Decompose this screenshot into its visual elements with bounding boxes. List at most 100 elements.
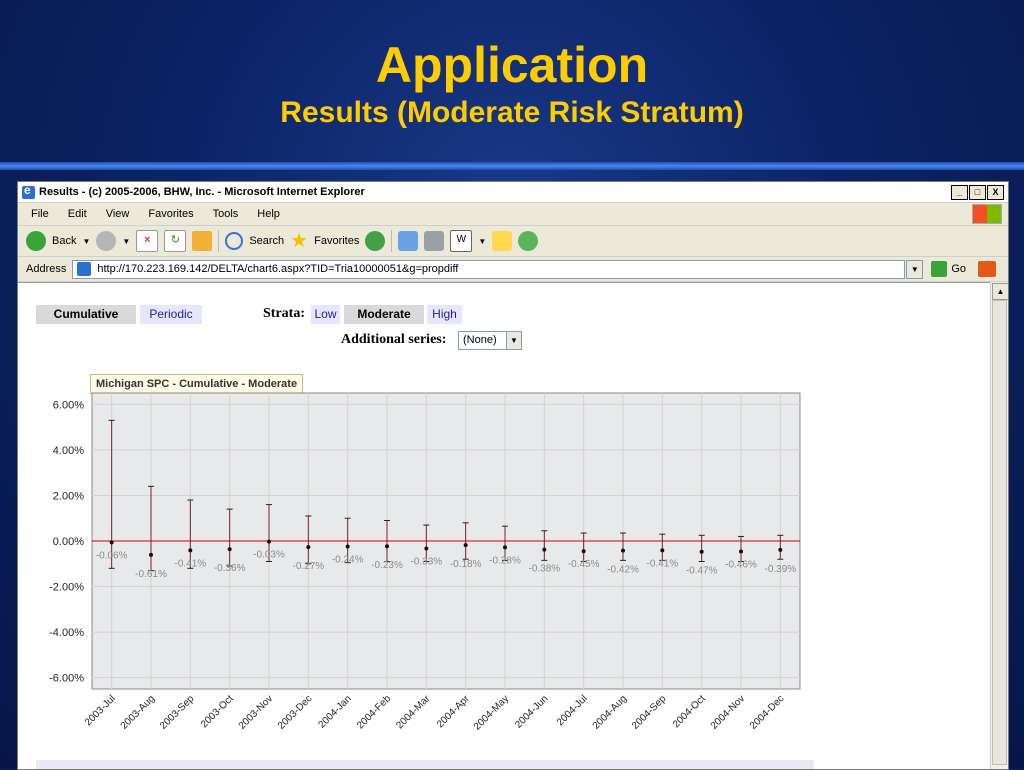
y-tick-label: -4.00%: [49, 627, 84, 639]
x-tick-label: 2004-Apr: [435, 693, 472, 730]
y-tick-label: -2.00%: [49, 582, 84, 594]
x-tick-label: 2004-Jul: [555, 693, 590, 728]
data-point: [424, 546, 429, 551]
window-titlebar: Results - (c) 2005-2006, BHW, Inc. - Mic…: [18, 182, 1008, 203]
strata-high[interactable]: High: [427, 305, 462, 324]
x-tick-label: 2004-Dec: [748, 693, 786, 731]
data-label: -0.03%: [253, 550, 285, 561]
x-tick-label: 2004-Mar: [394, 693, 433, 732]
data-point: [306, 545, 311, 550]
forward-dropdown-icon[interactable]: ▼: [122, 237, 130, 246]
standard-toolbar: Back ▼ ▼ × ↻ Search ★ Favorites W ▼: [18, 226, 1008, 257]
additional-series-select[interactable]: (None) ▼: [458, 331, 522, 350]
data-point: [503, 545, 507, 550]
x-tick-label: 2003-Sep: [158, 693, 197, 732]
spc-chart: 6.00% 4.00% 2.00% 0.00% -2.00% -4.00% -6.00% 20…: [49, 392, 801, 733]
data-label: -0.36%: [214, 563, 246, 574]
menu-edit[interactable]: Edit: [68, 208, 87, 220]
page-content: Cumulative Periodic Strata: Low Moderate…: [18, 282, 990, 769]
additional-series-label: Additional series:: [341, 332, 447, 347]
x-tick-label: 2004-Oct: [671, 693, 708, 730]
maximize-button[interactable]: □: [969, 184, 986, 200]
menu-favorites[interactable]: Favorites: [148, 208, 193, 220]
data-point: [149, 552, 153, 557]
address-bar: Address http://170.223.169.142/DELTA/cha…: [18, 257, 1008, 282]
chevron-down-icon[interactable]: ▼: [506, 332, 521, 349]
data-point: [227, 547, 232, 552]
close-button[interactable]: X: [987, 184, 1004, 200]
y-tick-label: 2.00%: [53, 490, 84, 502]
ie-logo-icon: [22, 183, 35, 199]
forward-arrow-icon[interactable]: [96, 231, 117, 251]
x-tick-label: 2003-Dec: [276, 693, 314, 731]
data-label: -0.46%: [725, 559, 757, 570]
x-tick-label: 2004-Aug: [591, 693, 629, 731]
data-label: -0.24%: [332, 554, 364, 565]
windows-flag-icon: [972, 204, 1002, 224]
address-input[interactable]: http://170.223.169.142/DELTA/chart6.aspx…: [72, 259, 906, 279]
stop-icon[interactable]: ×: [136, 230, 159, 252]
data-point: [463, 543, 468, 548]
data-label: -0.42%: [607, 565, 639, 576]
strata-label: Strata:: [263, 306, 305, 321]
print-icon[interactable]: [424, 231, 445, 251]
menu-file[interactable]: File: [31, 208, 49, 220]
x-tick-label: 2004-Feb: [355, 693, 393, 731]
title-separator-bar: [0, 162, 1024, 170]
history-icon[interactable]: [365, 231, 386, 251]
tab-cumulative[interactable]: Cumulative: [36, 305, 136, 324]
go-button[interactable]: Go: [931, 261, 966, 277]
additional-series-value[interactable]: (None): [463, 334, 497, 346]
x-tick-label: 2003-Nov: [237, 693, 275, 731]
edit-dropdown-icon[interactable]: ▼: [478, 237, 486, 246]
minimize-button[interactable]: _: [951, 184, 968, 200]
home-icon[interactable]: [192, 231, 213, 251]
data-label: -0.47%: [686, 566, 718, 577]
toolbar-divider: [218, 230, 220, 252]
data-point: [385, 544, 389, 549]
browser-window: Results - (c) 2005-2006, BHW, Inc. - Mic…: [17, 181, 1009, 770]
x-tick-label: 2004-May: [472, 693, 511, 732]
discuss-icon[interactable]: [492, 231, 513, 251]
messenger-icon[interactable]: [518, 231, 539, 251]
data-point: [581, 549, 586, 554]
search-button-label[interactable]: Search: [249, 235, 284, 247]
vertical-scrollbar[interactable]: ▲: [990, 282, 1008, 769]
back-arrow-icon[interactable]: [26, 231, 46, 251]
menu-view[interactable]: View: [106, 208, 130, 220]
mail-icon[interactable]: [398, 231, 419, 251]
data-point: [267, 539, 271, 544]
go-arrow-icon[interactable]: [931, 261, 948, 277]
address-label: Address: [26, 263, 67, 275]
edit-icon[interactable]: W: [450, 230, 473, 252]
address-dropdown-icon[interactable]: ▼: [906, 259, 924, 279]
search-icon[interactable]: [225, 232, 244, 250]
window-title: Results - (c) 2005-2006, BHW, Inc. - Mic…: [39, 186, 365, 198]
strata-moderate[interactable]: Moderate: [344, 305, 424, 324]
favorites-button-label[interactable]: Favorites: [314, 235, 359, 247]
y-tick-label: -6.00%: [49, 673, 84, 685]
data-label: -0.23%: [371, 560, 403, 571]
x-tick-label: 2004-Sep: [630, 693, 669, 732]
strata-low[interactable]: Low: [311, 305, 340, 324]
data-label: -0.45%: [568, 559, 600, 570]
refresh-icon[interactable]: ↻: [164, 230, 187, 252]
back-button-label[interactable]: Back: [52, 235, 76, 247]
favorites-star-icon[interactable]: ★: [290, 231, 308, 251]
menu-tools[interactable]: Tools: [213, 208, 239, 220]
data-label: -0.38%: [528, 564, 560, 575]
menu-help[interactable]: Help: [257, 208, 280, 220]
data-label: -0.41%: [174, 558, 206, 569]
go-label[interactable]: Go: [951, 263, 966, 275]
x-tick-label: 2004-Jan: [317, 693, 354, 730]
data-label: -0.27%: [292, 561, 324, 572]
scroll-up-icon[interactable]: ▲: [992, 283, 1008, 300]
scroll-thumb[interactable]: [992, 300, 1007, 765]
tab-periodic[interactable]: Periodic: [140, 305, 202, 324]
back-dropdown-icon[interactable]: ▼: [82, 237, 90, 246]
address-url[interactable]: http://170.223.169.142/DELTA/chart6.aspx…: [97, 263, 458, 275]
links-icon[interactable]: [978, 261, 996, 277]
menu-bar: File Edit View Favorites Tools Help: [18, 203, 1008, 226]
x-tick-label: 2004-Nov: [709, 693, 747, 731]
data-point: [109, 540, 114, 545]
